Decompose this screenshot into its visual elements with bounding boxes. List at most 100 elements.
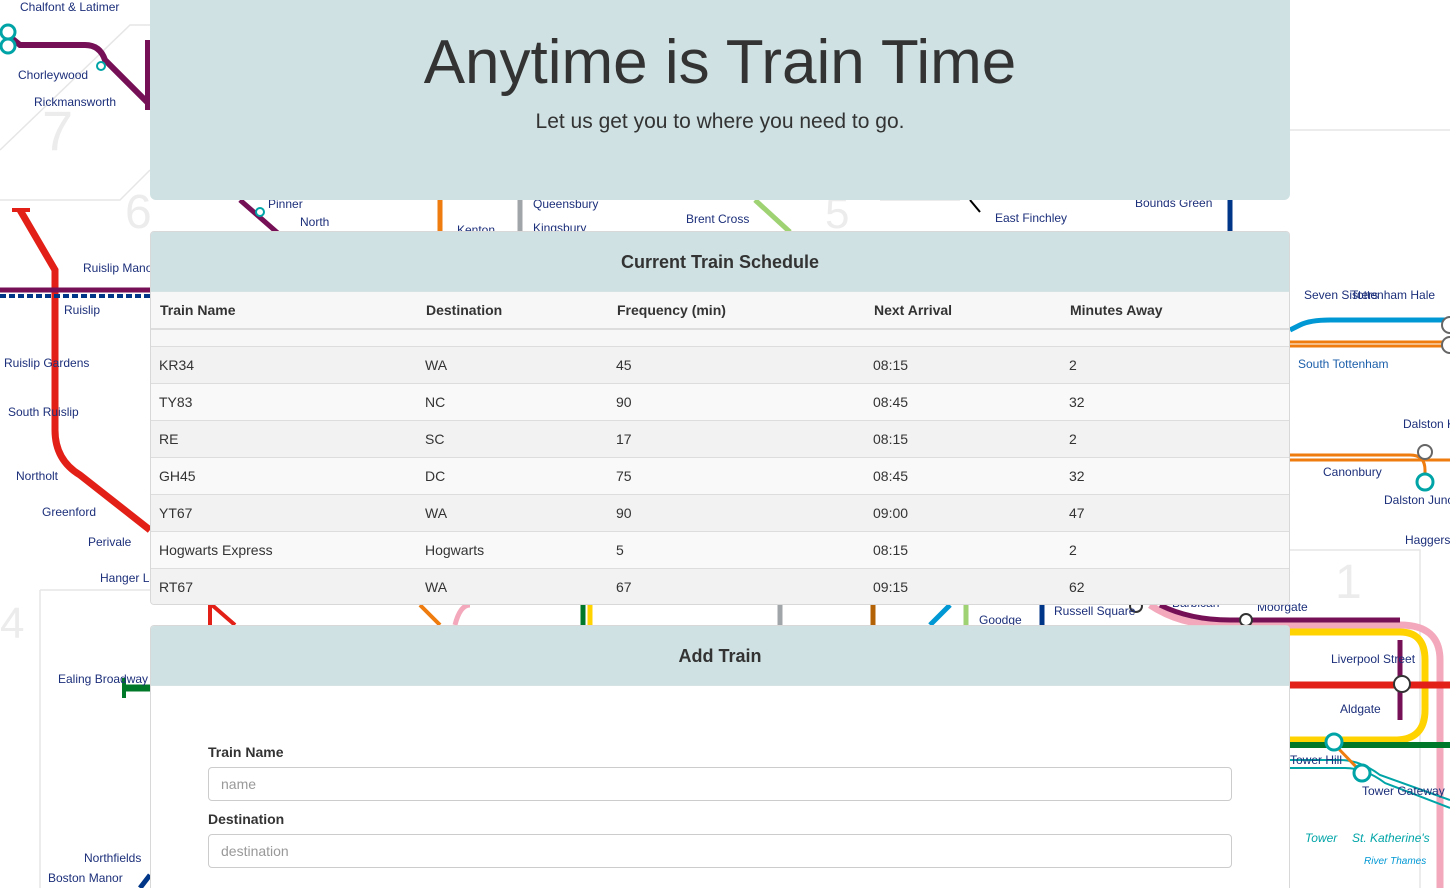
station-label: Rickmansworth [34, 95, 116, 109]
cell-minutes-away: 47 [1061, 493, 1289, 531]
table-row: KR34 WA 45 08:15 2 [151, 345, 1289, 383]
cell-frequency: 75 [608, 456, 865, 494]
station-label: Perivale [88, 535, 132, 549]
station-label: Chalfont & Latimer [20, 0, 119, 14]
cell-destination: DC [417, 456, 608, 494]
column-header-minutes-away: Minutes Away [1061, 292, 1289, 330]
column-header-frequency: Frequency (min) [608, 292, 865, 330]
destination-label: Destination [208, 811, 285, 827]
cell-next-arrival: 09:15 [865, 567, 1061, 604]
station-label: River Thames [1364, 856, 1426, 867]
destination-input[interactable] [208, 834, 1232, 868]
zone-number: 1 [1335, 556, 1362, 609]
station-label: Canonbury [1323, 465, 1382, 479]
train-name-input[interactable] [208, 767, 1232, 801]
cell-destination: WA [417, 567, 608, 604]
station-label: Tottenham Hale [1351, 288, 1435, 302]
station-label: Northfields [84, 851, 141, 865]
cell-train-name: YT67 [151, 493, 417, 531]
cell-minutes-away: 2 [1061, 345, 1289, 383]
cell-train-name: GH45 [151, 456, 417, 494]
cell-minutes-away: 32 [1061, 456, 1289, 494]
cell-minutes-away: 2 [1061, 530, 1289, 568]
zone-number: 6 [125, 186, 152, 239]
cell-train-name: RE [151, 419, 417, 457]
page-subtitle: Let us get you to where you need to go. [535, 110, 905, 133]
add-train-heading: Add Train [151, 626, 1289, 686]
add-train-panel: Add Train Train Name Destination [150, 625, 1290, 888]
cell-next-arrival: 08:15 [865, 419, 1061, 457]
station-label: Dalston Junction [1384, 493, 1450, 507]
table-row: TY83 NC 90 08:45 32 [151, 382, 1289, 420]
station-label: Tower Hill [1290, 753, 1342, 767]
cell-train-name: RT67 [151, 567, 417, 604]
schedule-heading: Current Train Schedule [151, 232, 1289, 292]
station-label: Northolt [16, 469, 59, 483]
cell-train-name: Hogwarts Express [151, 530, 417, 568]
column-header-next-arrival: Next Arrival [865, 292, 1061, 330]
station-label: Boston Manor [48, 871, 123, 885]
table-row: RE SC 17 08:15 2 [151, 419, 1289, 457]
station-label: Haggerston [1405, 533, 1450, 547]
interchange-marker [0, 37, 17, 55]
cell-destination: WA [417, 345, 608, 383]
cell-minutes-away: 62 [1061, 567, 1289, 604]
header-banner: Anytime is Train Time Let us get you to … [150, 0, 1290, 200]
add-train-form: Train Name Destination [151, 686, 1289, 868]
station-label: Russell Square [1054, 604, 1136, 618]
table-row: Hogwarts Express Hogwarts 5 08:15 2 [151, 530, 1289, 568]
cell-destination: SC [417, 419, 608, 457]
column-header-destination: Destination [417, 292, 608, 330]
cell-next-arrival: 09:00 [865, 493, 1061, 531]
station-label: North [300, 215, 329, 229]
cell-minutes-away: 2 [1061, 419, 1289, 457]
column-header-train-name: Train Name [151, 292, 417, 330]
station-label: East Finchley [995, 211, 1067, 225]
cell-frequency: 17 [608, 419, 865, 457]
cell-frequency: 67 [608, 567, 865, 604]
cell-frequency: 90 [608, 382, 865, 420]
cell-frequency: 5 [608, 530, 865, 568]
station-label: South Tottenham [1298, 357, 1389, 371]
station-label: Ruislip Gardens [4, 356, 89, 370]
cell-train-name: KR34 [151, 345, 417, 383]
zone-number: 4 [0, 599, 24, 648]
destination-group: Destination [208, 811, 1232, 868]
cell-minutes-away: 32 [1061, 382, 1289, 420]
table-header-row: Train Name Destination Frequency (min) N… [151, 292, 1289, 330]
table-row: YT67 WA 90 09:00 47 [151, 493, 1289, 531]
table-row: GH45 DC 75 08:45 32 [151, 456, 1289, 494]
schedule-panel: Current Train Schedule Train Name Destin… [150, 231, 1290, 605]
station-label: Chorleywood [18, 68, 88, 82]
station-label: Ruislip [64, 303, 100, 317]
cell-frequency: 45 [608, 345, 865, 383]
station-label: Aldgate [1340, 702, 1381, 716]
cell-frequency: 90 [608, 493, 865, 531]
cell-next-arrival: 08:15 [865, 345, 1061, 383]
station-label: Tower [1305, 831, 1338, 845]
cell-train-name: TY83 [151, 382, 417, 420]
page-title: Anytime is Train Time [423, 28, 1017, 97]
cell-next-arrival: 08:45 [865, 456, 1061, 494]
table-row: RT67 WA 67 09:15 62 [151, 567, 1289, 604]
interchange-marker [0, 23, 17, 41]
schedule-table: Train Name Destination Frequency (min) N… [151, 292, 1289, 604]
station-label: Brent Cross [686, 212, 749, 226]
table-spacer-row [151, 329, 1289, 346]
cell-destination: WA [417, 493, 608, 531]
train-name-label: Train Name [208, 744, 284, 760]
train-name-group: Train Name [208, 744, 1232, 801]
station-label: Dalston Kingsland [1403, 417, 1450, 431]
station-label: Greenford [42, 505, 96, 519]
cell-next-arrival: 08:45 [865, 382, 1061, 420]
station-label: Ruislip Manor [83, 261, 156, 275]
cell-next-arrival: 08:15 [865, 530, 1061, 568]
station-label: Ealing Broadway [58, 672, 148, 686]
station-marker [96, 61, 106, 71]
cell-destination: Hogwarts [417, 530, 608, 568]
station-label: South Ruislip [8, 405, 79, 419]
cell-destination: NC [417, 382, 608, 420]
station-label: St. Katherine's [1352, 831, 1430, 845]
station-label: Liverpool Street [1331, 652, 1416, 666]
station-label: Tower Gateway [1362, 784, 1445, 798]
